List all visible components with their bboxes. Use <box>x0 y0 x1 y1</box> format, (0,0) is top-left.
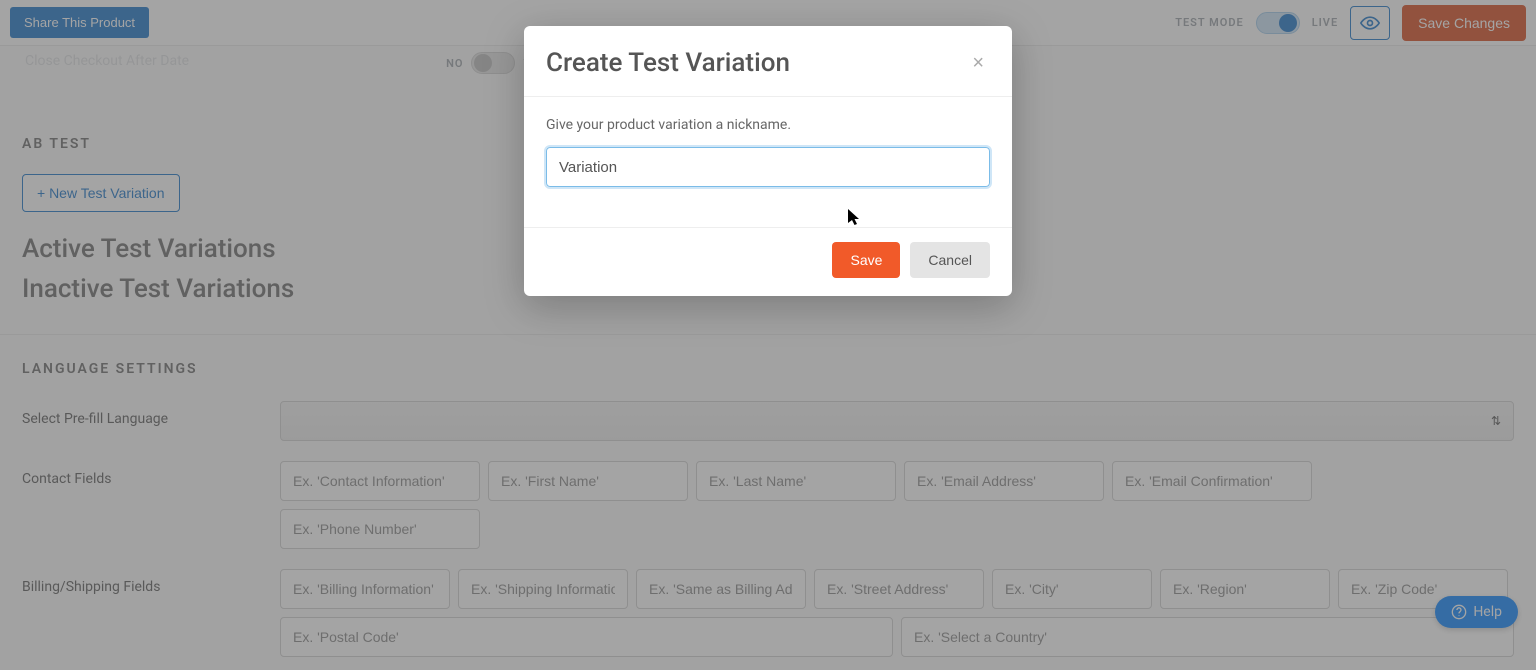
modal-footer: Save Cancel <box>524 227 1012 296</box>
modal-save-button[interactable]: Save <box>832 242 900 278</box>
modal-description: Give your product variation a nickname. <box>546 117 990 133</box>
modal-close-button[interactable]: × <box>966 49 990 77</box>
create-variation-modal: Create Test Variation × Give your produc… <box>524 26 1012 296</box>
modal-header: Create Test Variation × <box>524 26 1012 97</box>
modal-cancel-button[interactable]: Cancel <box>910 242 990 278</box>
modal-overlay[interactable]: Create Test Variation × Give your produc… <box>0 0 1536 670</box>
variation-name-input[interactable] <box>546 147 990 187</box>
close-icon: × <box>972 52 984 74</box>
modal-title: Create Test Variation <box>546 48 790 78</box>
modal-body: Give your product variation a nickname. <box>524 97 1012 227</box>
